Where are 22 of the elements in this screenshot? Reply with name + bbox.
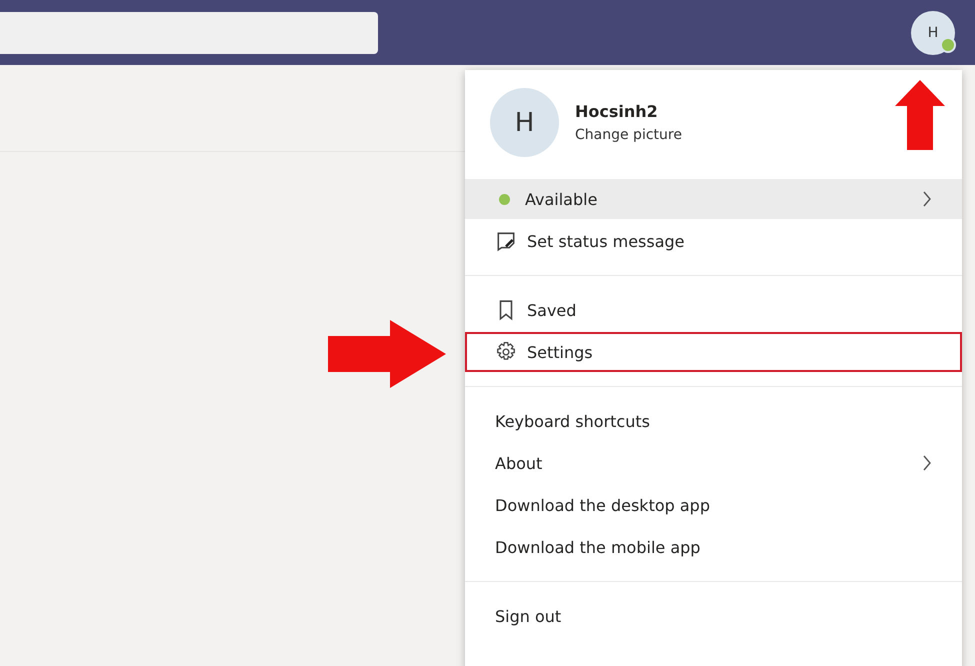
- settings-icon: [495, 341, 517, 363]
- arrow-up-icon: [895, 80, 945, 150]
- profile-avatar[interactable]: H: [490, 88, 559, 157]
- menu-item[interactable]: Sign out: [465, 596, 962, 636]
- user-name: Hocsinh2: [575, 102, 659, 121]
- menu-item[interactable]: Available: [465, 179, 962, 219]
- avatar-initial: H: [514, 108, 534, 138]
- menu-item[interactable]: Download the desktop app: [465, 485, 962, 525]
- chevron-right-icon: [922, 454, 932, 472]
- menu-item[interactable]: Set status message: [465, 221, 962, 261]
- search-field[interactable]: [0, 12, 378, 54]
- chevron-right-icon: [922, 190, 932, 208]
- menu-item[interactable]: Settings: [465, 332, 962, 372]
- arrow-right-icon: [328, 320, 446, 388]
- avatar-initial: H: [928, 24, 938, 40]
- profile-avatar[interactable]: H: [911, 10, 955, 54]
- menu-item[interactable]: Saved: [465, 290, 962, 330]
- menu-item[interactable]: Keyboard shortcuts: [465, 401, 962, 441]
- speech-bubble-pencil-icon: [495, 230, 517, 252]
- change-picture-link[interactable]: Change picture: [575, 127, 682, 143]
- menu-item[interactable]: Download the mobile app: [465, 527, 962, 567]
- menu-item[interactable]: About: [465, 443, 962, 483]
